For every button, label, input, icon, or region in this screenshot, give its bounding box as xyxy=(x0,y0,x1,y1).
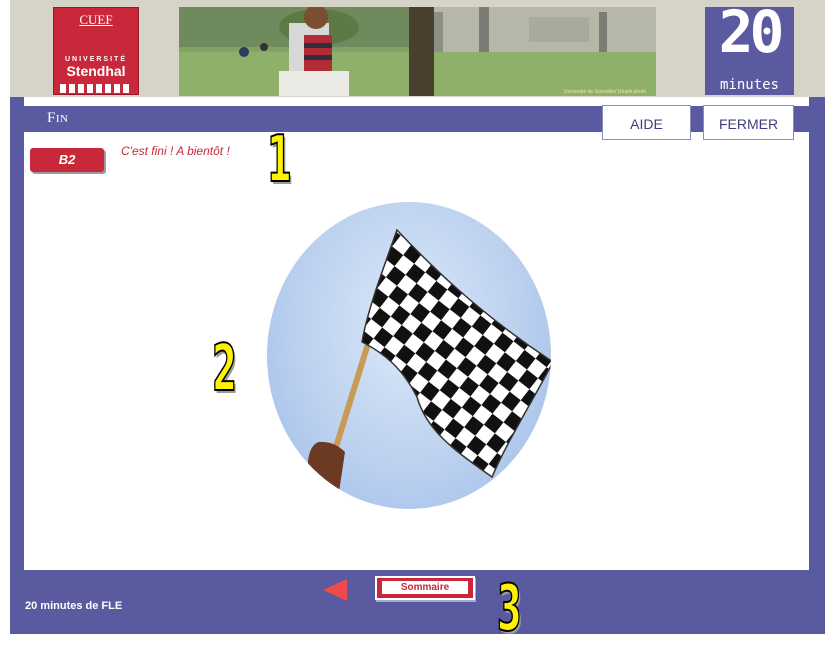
header-photo: Université de Grenoble/ Utopik photo xyxy=(179,7,656,96)
universite-text: UNIVERSITÉ xyxy=(64,56,127,63)
close-button[interactable]: FERMER xyxy=(703,105,794,140)
cuef-logo-text: CUEF xyxy=(79,12,113,27)
grenoble-strip xyxy=(60,84,132,93)
end-message: C'est fini ! A bientôt ! xyxy=(121,144,230,158)
logo-number: 20 xyxy=(718,0,785,66)
campus-photo-illustration: Université de Grenoble/ Utopik photo xyxy=(179,7,656,96)
logo-word: minutes xyxy=(709,78,790,92)
20-minutes-logo: 20 minutes xyxy=(703,0,796,97)
callout-number-1: 1 xyxy=(266,123,292,197)
photo-credit: Université de Grenoble/ Utopik photo xyxy=(564,89,646,95)
checkered-flag-icon xyxy=(295,228,551,509)
title-bar xyxy=(24,106,809,132)
summary-button-label: Sommaire xyxy=(382,581,468,594)
page-title: Fin xyxy=(47,110,69,126)
cuef-stendhal-logo: CUEF UNIVERSITÉ Stendhal xyxy=(53,7,139,95)
left-frame-band xyxy=(10,97,24,634)
help-button[interactable]: AIDE xyxy=(602,105,691,140)
callout-number-2: 2 xyxy=(211,332,237,406)
content-top-gap xyxy=(24,97,809,106)
back-arrow-icon[interactable] xyxy=(323,579,347,601)
level-badge: B2 xyxy=(30,148,104,172)
right-frame-band xyxy=(809,97,825,634)
callout-number-3: 3 xyxy=(496,572,522,646)
summary-button[interactable]: Sommaire xyxy=(375,576,475,600)
stendhal-text: Stendhal xyxy=(66,63,126,79)
footer-text: 20 minutes de FLE xyxy=(25,600,123,612)
checkered-flag-image xyxy=(267,202,551,509)
